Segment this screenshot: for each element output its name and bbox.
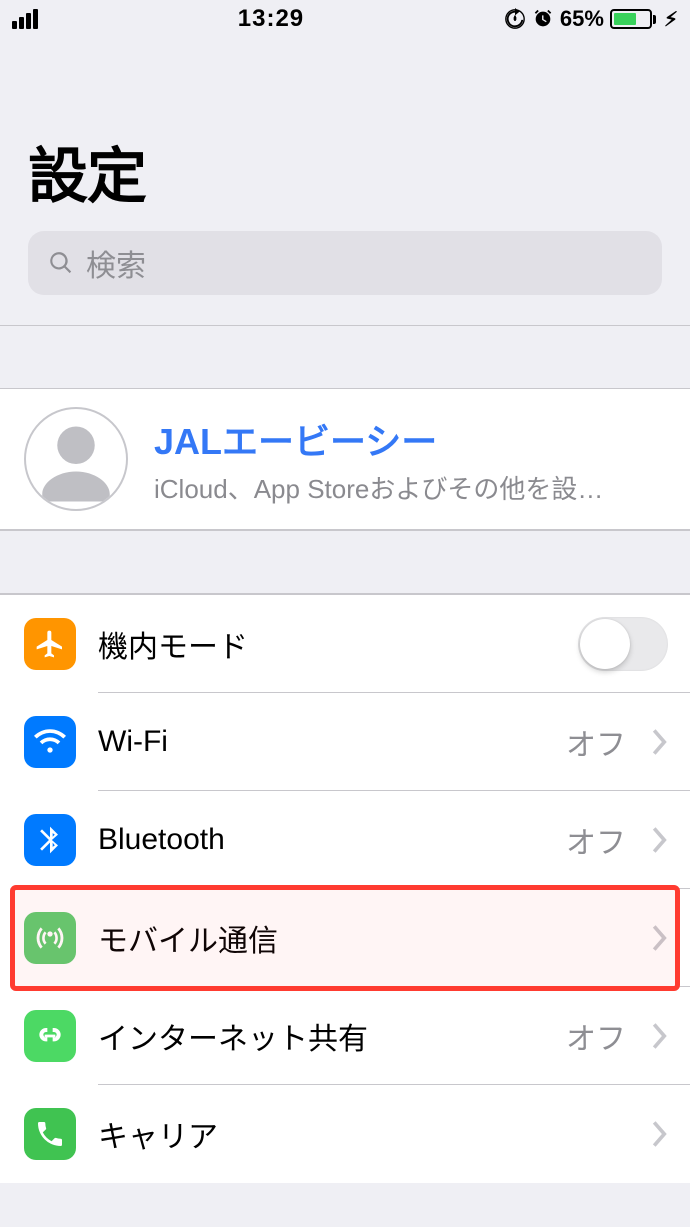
charging-icon: ⚡︎: [664, 7, 678, 32]
status-left: [12, 9, 38, 29]
cellular-icon: [24, 912, 76, 964]
page-title: 設定: [0, 38, 690, 231]
wifi-icon: [24, 716, 76, 768]
avatar: [24, 407, 128, 511]
chevron-right-icon: [652, 925, 668, 951]
status-time: 13:29: [238, 5, 304, 33]
status-right: 65% ⚡︎: [504, 6, 678, 32]
apple-id-row[interactable]: JALエービーシー iCloud、App Storeおよびその他を設…: [0, 389, 690, 530]
search-icon: [48, 250, 74, 276]
airplane-label: 機内モード: [98, 622, 556, 666]
settings-group: 機内モード Wi-Fi オフ Bluetooth オフ モバイル通: [0, 594, 690, 1183]
signal-icon: [12, 9, 38, 29]
airplane-icon: [24, 618, 76, 670]
profile-subtitle: iCloud、App Storeおよびその他を設…: [154, 469, 666, 506]
hotspot-label: インターネット共有: [98, 1014, 544, 1058]
row-wifi[interactable]: Wi-Fi オフ: [0, 693, 690, 791]
row-airplane-mode[interactable]: 機内モード: [0, 595, 690, 693]
hotspot-icon: [24, 1010, 76, 1062]
cellular-label: モバイル通信: [98, 916, 630, 960]
row-carrier[interactable]: キャリア: [0, 1085, 690, 1183]
row-bluetooth[interactable]: Bluetooth オフ: [0, 791, 690, 889]
row-cellular[interactable]: モバイル通信: [0, 889, 690, 987]
phone-icon: [24, 1108, 76, 1160]
alarm-icon: [532, 8, 554, 30]
chevron-right-icon: [652, 1121, 668, 1147]
chevron-right-icon: [652, 1023, 668, 1049]
status-bar: 13:29 65% ⚡︎: [0, 0, 690, 38]
battery-icon: [610, 9, 656, 29]
wifi-label: Wi-Fi: [98, 725, 544, 759]
bluetooth-label: Bluetooth: [98, 823, 544, 857]
search-input[interactable]: 検索: [28, 231, 662, 295]
row-hotspot[interactable]: インターネット共有 オフ: [0, 987, 690, 1085]
search-placeholder: 検索: [86, 241, 146, 285]
profile-name: JALエービーシー: [154, 413, 666, 465]
battery-percent: 65%: [560, 6, 604, 32]
wifi-value: オフ: [566, 720, 626, 764]
rotation-lock-icon: [504, 8, 526, 30]
bluetooth-icon: [24, 814, 76, 866]
carrier-label: キャリア: [98, 1112, 630, 1156]
chevron-right-icon: [652, 827, 668, 853]
bluetooth-value: オフ: [566, 818, 626, 862]
hotspot-value: オフ: [566, 1014, 626, 1058]
chevron-right-icon: [652, 729, 668, 755]
airplane-toggle[interactable]: [578, 617, 668, 671]
